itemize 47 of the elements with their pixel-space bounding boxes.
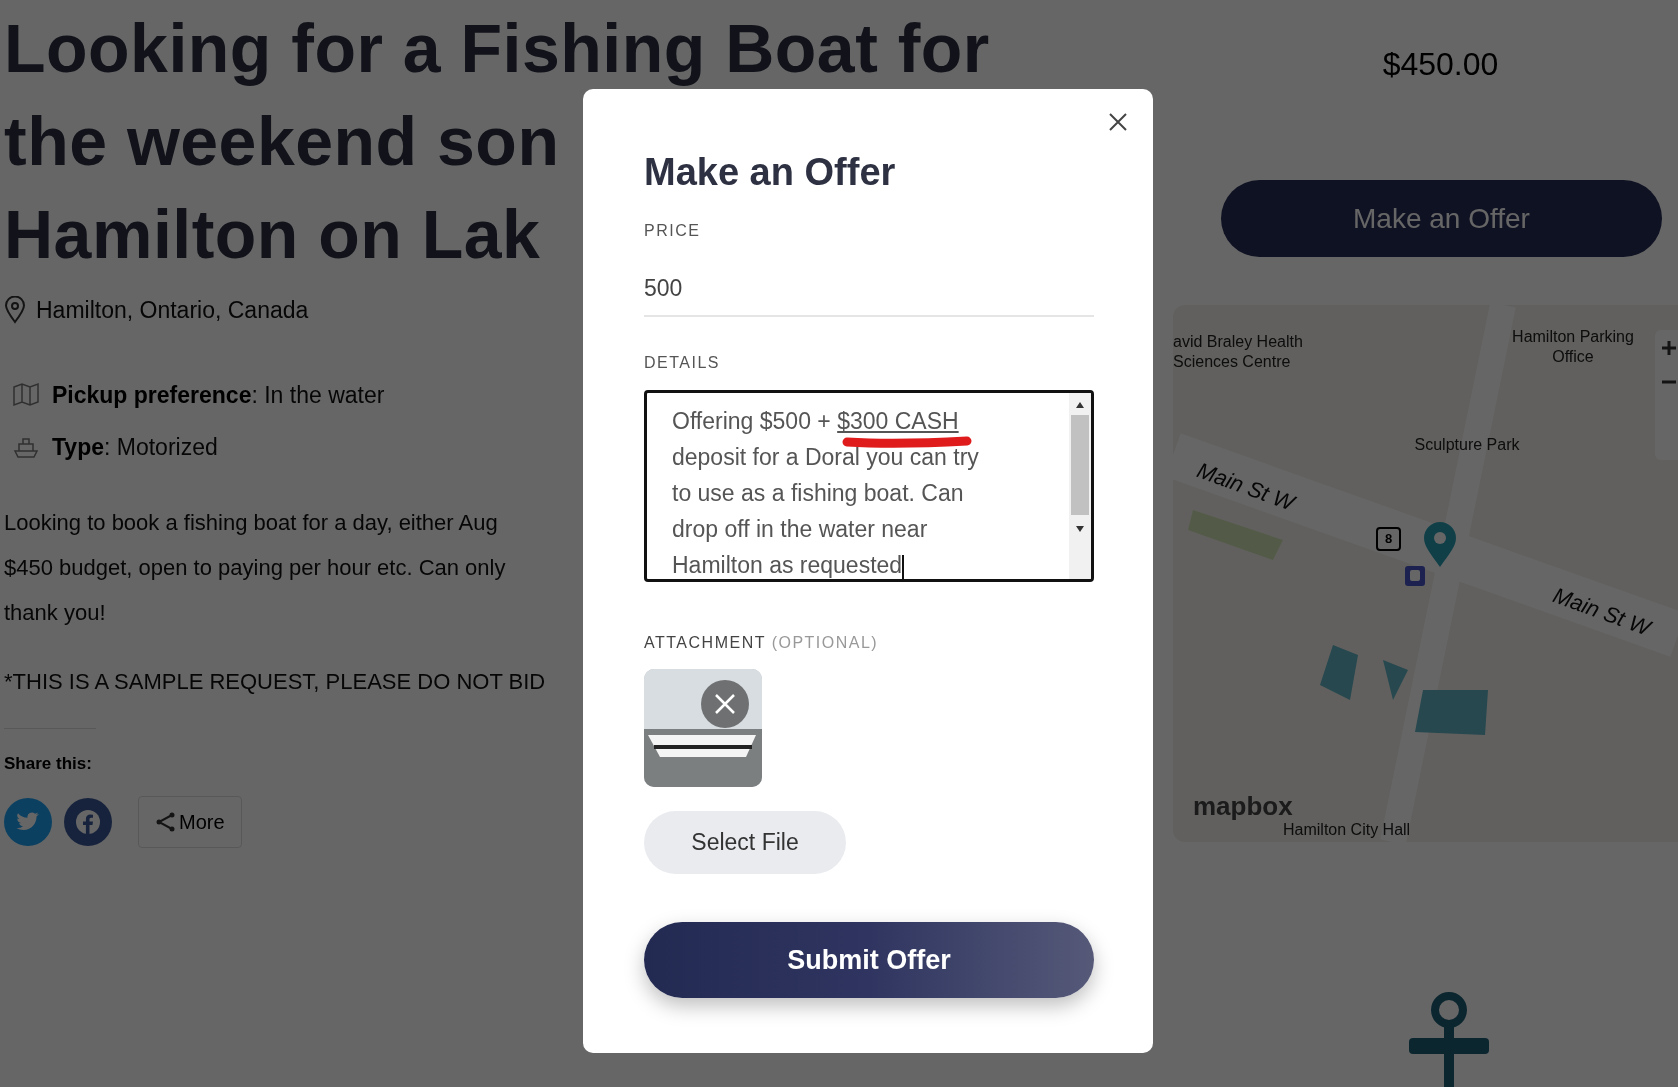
close-icon — [1108, 112, 1128, 132]
attribute-text: Type: Motorized — [52, 433, 218, 462]
bird-icon — [16, 812, 40, 832]
scrollbar-thumb[interactable] — [1071, 415, 1089, 515]
anchor-icon — [1407, 992, 1491, 1087]
route-shield: 8 — [1376, 527, 1402, 551]
submit-offer-button[interactable]: Submit Offer — [644, 922, 1094, 998]
listing-title: Looking for a Fishing Boat for — [4, 9, 990, 88]
details-field[interactable]: Offering $500 + $300 CASH deposit for a Doral you can try to use as a fishing boat. Can drop off in the water near Hamilton as requested — [644, 390, 1094, 582]
listing-title: the weekend son — [4, 102, 560, 181]
price-text: $450.00 — [1382, 45, 1499, 84]
more-share-button[interactable]: More — [138, 796, 242, 848]
facebook-button[interactable] — [64, 798, 112, 846]
map-icon — [12, 380, 40, 409]
notice-text: *THIS IS A SAMPLE REQUEST, PLEASE DO NOT BID — [4, 667, 547, 696]
map-place-label: Sculpture Park — [1413, 435, 1521, 455]
share-heading: Share this: — [4, 752, 93, 775]
map-place-label: Hamilton City Hall — [1283, 820, 1411, 840]
location-text: Hamilton, Ontario, Canada — [36, 296, 309, 325]
map-place-label: avid Braley Health Sciences Centre — [1173, 332, 1304, 372]
bus-stop-icon — [1404, 565, 1426, 587]
attribute-text: Pickup preference: In the water — [52, 380, 385, 410]
description-line: Looking to book a fishing boat for a day, either Aug — [4, 508, 499, 537]
text-caret — [902, 554, 905, 579]
dialog-title: Make an Offer — [644, 150, 897, 195]
scroll-down-icon — [1075, 525, 1085, 533]
map-pin-icon — [1422, 521, 1458, 569]
details-label: DETAILS — [644, 353, 721, 373]
description-line: thank you! — [4, 598, 107, 627]
attachment-label: ATTACHMENT (OPTIONAL) — [644, 633, 880, 653]
close-icon — [714, 693, 736, 715]
zoom-out-icon — [1661, 380, 1677, 384]
map[interactable]: avid Braley Health Sciences Centre Hamilton Parking Office Sculpture Park Main St W Main St W 8 mapbox Hamilton City Hall — [1173, 305, 1678, 842]
scroll-up-icon — [1075, 401, 1085, 409]
map-road-label: Main St W — [1548, 581, 1655, 643]
select-file-button[interactable]: Select File — [644, 811, 846, 874]
price-label: PRICE — [644, 221, 702, 241]
price-field[interactable]: 500 — [644, 261, 1094, 317]
map-road-label: Main St W — [1192, 456, 1299, 518]
location-pin-icon — [4, 296, 26, 325]
f-logo-icon — [75, 809, 101, 835]
description-line: $450 budget, open to paying per hour etc. Can only — [4, 553, 507, 582]
zoom-in-icon — [1661, 340, 1677, 356]
map-place-label: Hamilton Parking Office — [1511, 327, 1635, 367]
share-icon — [155, 811, 177, 833]
listing-title: Hamilton on Lak — [4, 195, 541, 274]
twitter-button[interactable] — [4, 798, 52, 846]
